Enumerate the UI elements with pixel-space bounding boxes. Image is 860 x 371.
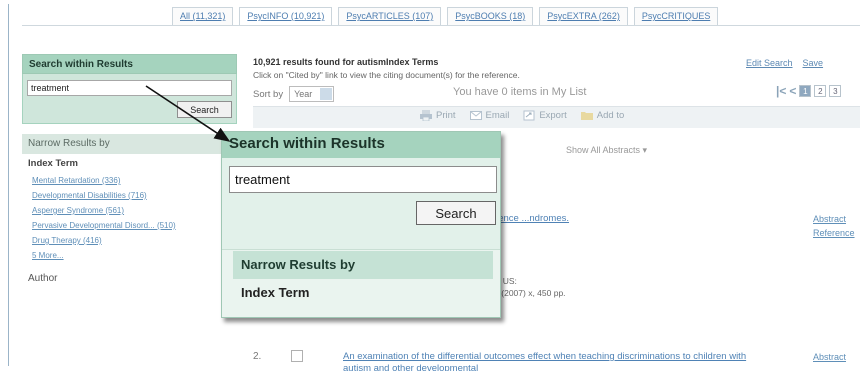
- callout-arrow-icon: [145, 85, 231, 142]
